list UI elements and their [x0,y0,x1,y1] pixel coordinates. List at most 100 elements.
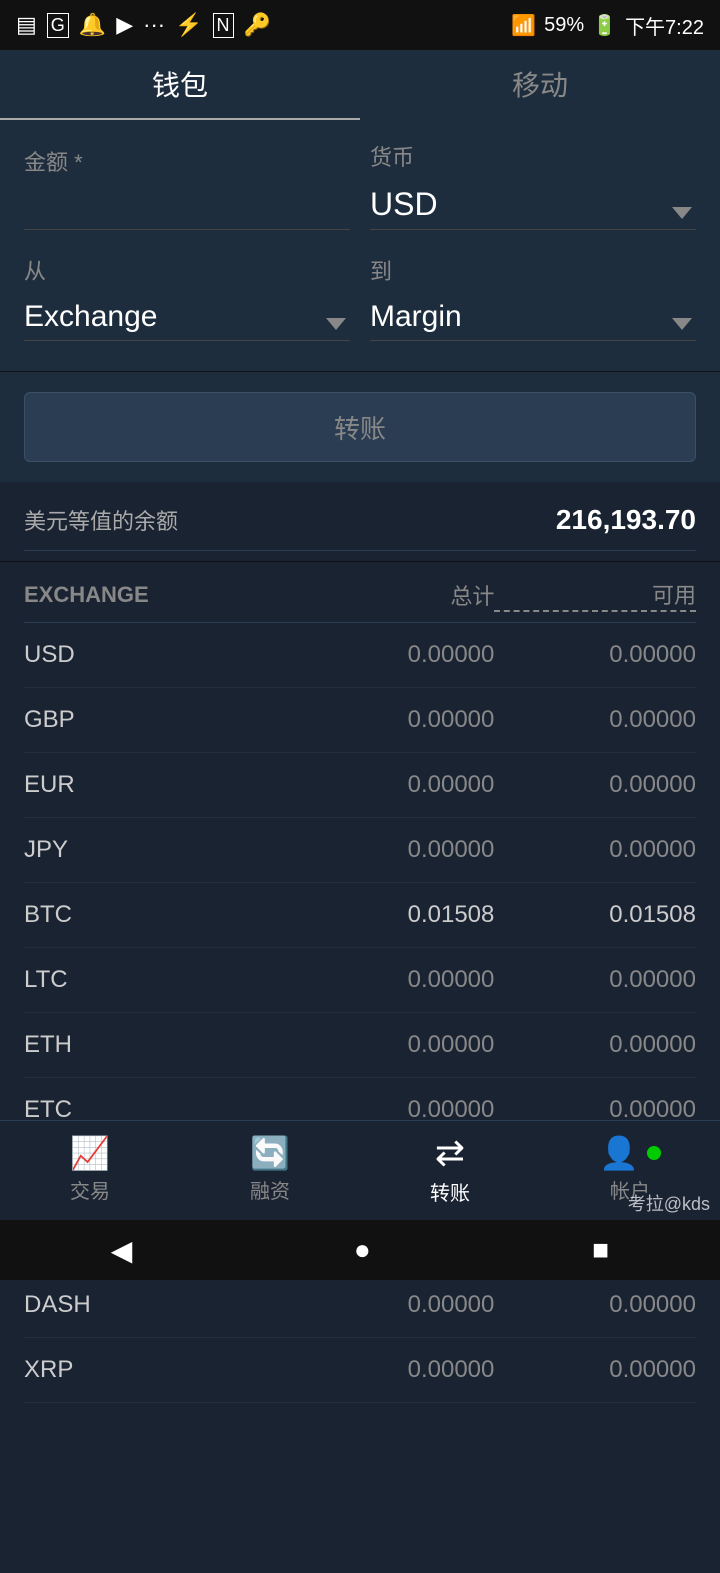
table-row: LTC 0.00000 0.00000 [24,948,696,1013]
account-icon-row: 👤 [599,1137,661,1169]
row-currency-LTC: LTC [24,966,293,994]
nav-trade[interactable]: 📈 交易 [0,1121,180,1220]
transfer-form: 金额 * 货币 USD 从 Exchange 到 Margin [0,120,720,372]
recent-button[interactable]: ■ [592,1234,609,1266]
trade-icon: 📈 [70,1137,110,1169]
from-dropdown-arrow [326,318,346,330]
home-button[interactable]: ● [354,1234,371,1266]
to-select[interactable]: Margin [370,294,696,341]
row-currency-BTC: BTC [24,901,293,929]
row-currency-EUR: EUR [24,771,293,799]
watermark: 考拉@kds [628,1190,710,1216]
row-available-LTC: 0.00000 [494,966,696,994]
row-total-XRP: 0.00000 [293,1356,495,1384]
row-currency-DASH: DASH [24,1291,293,1319]
row-total-GBP: 0.00000 [293,706,495,734]
from-value: Exchange [24,300,157,334]
bottom-nav: 📈 交易 🔄 融资 ⇄ 转账 👤 帐户 [0,1120,720,1220]
status-icons-left: ▤ G 🔔 ▶ ··· ⚡ N 🔑 [16,12,271,38]
nav-transfer-label: 转账 [430,1177,470,1206]
row-available-USD: 0.00000 [494,641,696,669]
battery-icon: 🔋 [592,13,617,38]
header-exchange: EXCHANGE [24,582,293,608]
from-to-row: 从 Exchange 到 Margin [24,254,696,341]
row-available-DASH: 0.00000 [494,1291,696,1319]
table-rows-container: USD 0.00000 0.00000 GBP 0.00000 0.00000 … [24,623,696,1403]
account-online-dot [647,1146,661,1160]
currency-select[interactable]: USD [370,180,696,230]
amount-currency-row: 金额 * 货币 USD [24,140,696,230]
amount-label: 金额 * [24,145,350,177]
nfc-icon: N [213,13,234,38]
row-total-BTC: 0.01508 [293,901,495,929]
table-row: USD 0.00000 0.00000 [24,623,696,688]
finance-icon: 🔄 [250,1137,290,1169]
table-row: XRP 0.00000 0.00000 [24,1338,696,1403]
table-header: EXCHANGE 总计 可用 [24,562,696,623]
sim-icon: ▤ [16,12,37,38]
currency-field: 货币 USD [370,140,696,230]
currency-value: USD [370,186,438,222]
amount-input[interactable] [24,185,350,230]
amount-field: 金额 * [24,145,350,230]
android-nav-bar: ◀ ● ■ [0,1220,720,1280]
balance-value: 216,193.70 [556,504,696,536]
row-currency-GBP: GBP [24,706,293,734]
dots-icon: ··· [143,12,165,38]
back-button[interactable]: ◀ [111,1234,133,1267]
table-row: BTC 0.01508 0.01508 [24,883,696,948]
account-icon: 👤 [599,1137,639,1169]
nav-transfer[interactable]: ⇄ 转账 [360,1121,540,1220]
table-row: DASH 0.00000 0.00000 [24,1273,696,1338]
transfer-button-wrap: 转账 [0,372,720,482]
table-row: JPY 0.00000 0.00000 [24,818,696,883]
nav-finance-label: 融资 [250,1175,290,1204]
row-available-EUR: 0.00000 [494,771,696,799]
row-total-EUR: 0.00000 [293,771,495,799]
header-available: 可用 [494,578,696,612]
row-available-JPY: 0.00000 [494,836,696,864]
row-currency-ETH: ETH [24,1031,293,1059]
status-bar: ▤ G 🔔 ▶ ··· ⚡ N 🔑 📶 59% 🔋 下午7:22 [0,0,720,50]
row-total-USD: 0.00000 [293,641,495,669]
row-total-LTC: 0.00000 [293,966,495,994]
g-icon: G [47,13,69,38]
from-field: 从 Exchange [24,254,350,341]
table-row: GBP 0.00000 0.00000 [24,688,696,753]
table-row: ETH 0.00000 0.00000 [24,1013,696,1078]
row-currency-XRP: XRP [24,1356,293,1384]
to-label: 到 [370,254,696,286]
row-available-XRP: 0.00000 [494,1356,696,1384]
row-currency-JPY: JPY [24,836,293,864]
header-total: 总计 [293,579,495,611]
transfer-button[interactable]: 转账 [24,392,696,462]
transfer-icon: ⇄ [435,1135,465,1171]
balance-row: 美元等值的余额 216,193.70 [24,504,696,551]
bell-icon: 🔔 [79,12,106,38]
send-icon: ▶ [116,12,133,38]
currency-dropdown-arrow [672,207,692,219]
status-icons-right: 📶 59% 🔋 下午7:22 [511,11,704,40]
bluetooth-icon: ⚡ [175,12,202,38]
balance-label: 美元等值的余额 [24,504,178,536]
from-label: 从 [24,254,350,286]
nav-trade-label: 交易 [70,1175,110,1204]
row-available-GBP: 0.00000 [494,706,696,734]
vpn-icon: 🔑 [244,12,271,38]
to-field: 到 Margin [370,254,696,341]
from-select[interactable]: Exchange [24,294,350,341]
row-available-ETH: 0.00000 [494,1031,696,1059]
battery-text: 59% [544,14,584,37]
row-total-DASH: 0.00000 [293,1291,495,1319]
to-value: Margin [370,300,462,334]
tab-wallet[interactable]: 钱包 [0,50,360,120]
row-total-ETH: 0.00000 [293,1031,495,1059]
nav-finance[interactable]: 🔄 融资 [180,1121,360,1220]
tab-mobile[interactable]: 移动 [360,50,720,120]
to-dropdown-arrow [672,318,692,330]
row-available-BTC: 0.01508 [494,901,696,929]
balance-section: 美元等值的余额 216,193.70 [0,482,720,562]
top-tab-bar: 钱包 移动 [0,50,720,120]
row-total-JPY: 0.00000 [293,836,495,864]
table-row: EUR 0.00000 0.00000 [24,753,696,818]
